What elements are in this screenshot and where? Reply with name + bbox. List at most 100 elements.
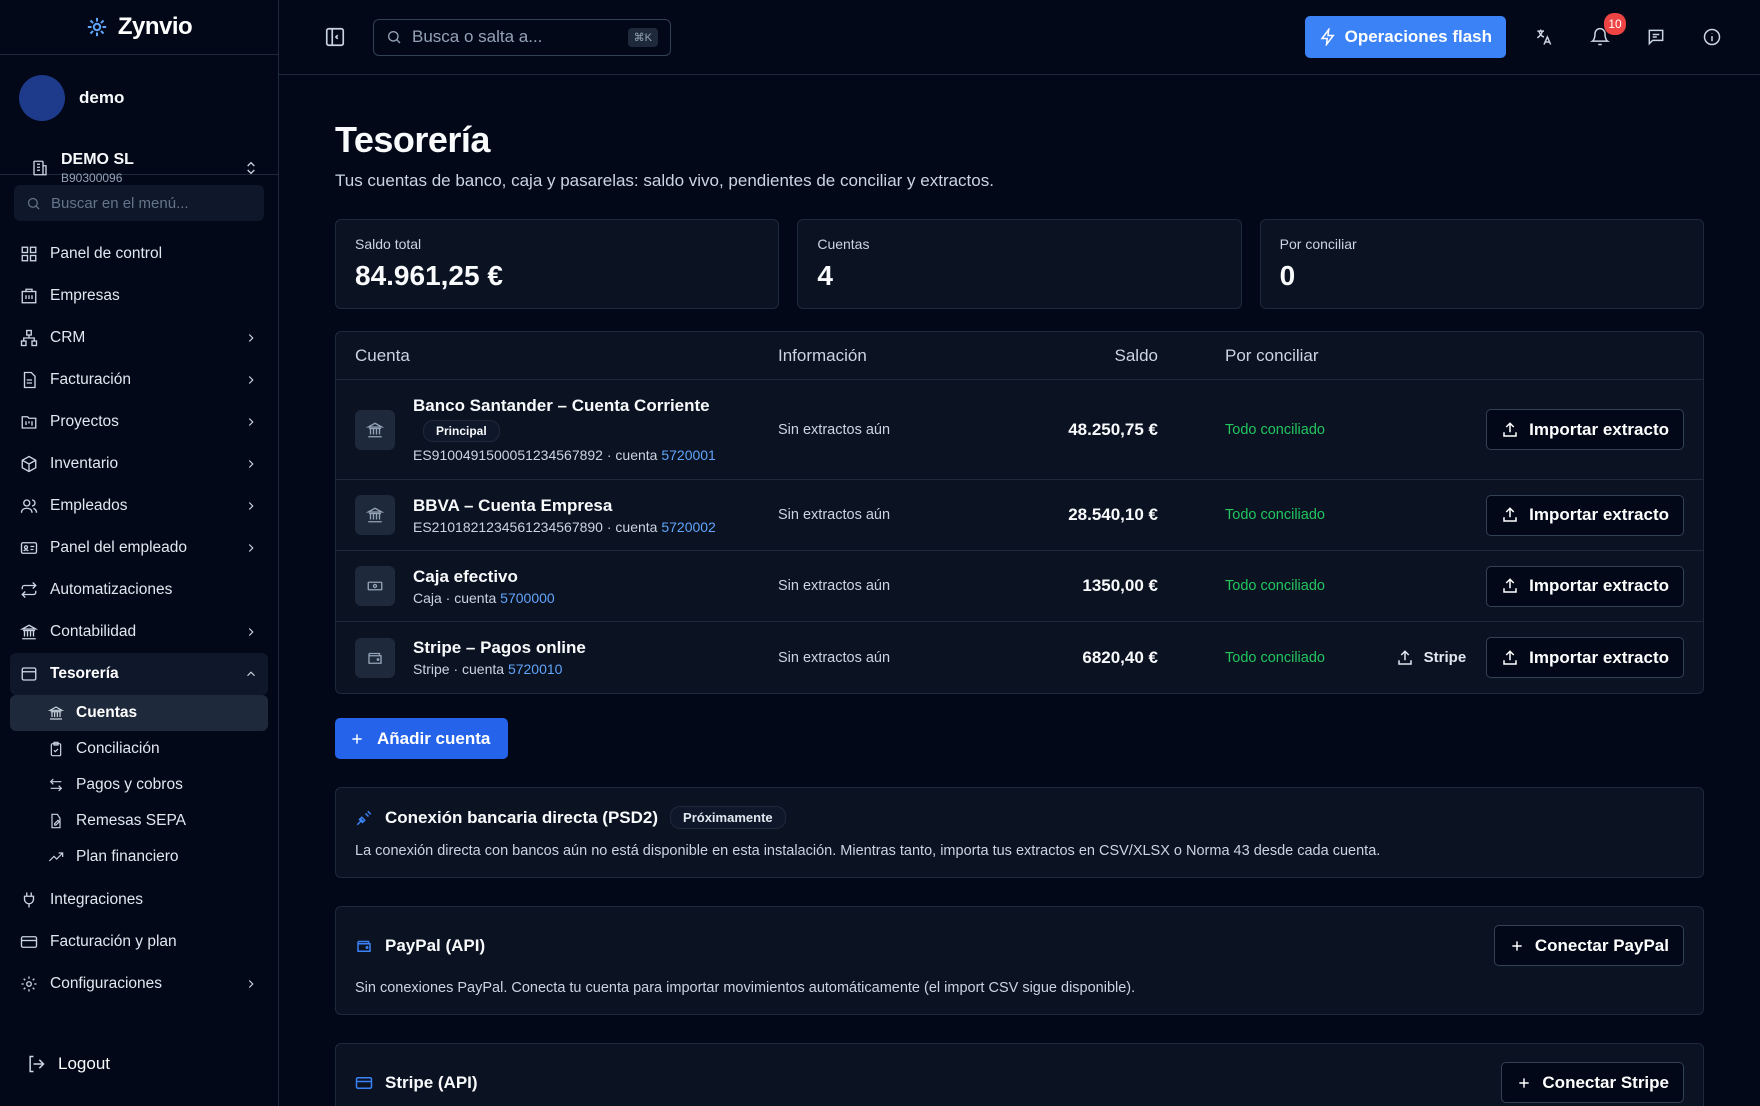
coming-soon-badge: Próximamente — [670, 806, 786, 829]
sidebar-subitem-label: Remesas SEPA — [76, 812, 186, 829]
brand-name: Zynvio — [117, 13, 193, 40]
reconcile-status: Todo conciliado — [1225, 421, 1325, 438]
sidebar-subitem-plan[interactable]: Plan financiero — [10, 839, 268, 875]
add-account-button[interactable]: Añadir cuenta — [335, 718, 508, 759]
sidebar-item-label: Inventario — [50, 455, 119, 472]
sidebar-subitem-remesas[interactable]: Remesas SEPA — [10, 803, 268, 839]
account-info: Sin extractos aún — [778, 507, 891, 523]
sidebar-item-label: Proyectos — [50, 413, 119, 430]
import-statement-button[interactable]: Importar extracto — [1486, 494, 1684, 536]
invoice-icon — [20, 371, 38, 389]
account-meta: ES9100491500051234567892 · cuenta 572000… — [413, 447, 716, 463]
menu-search-input[interactable]: Buscar en el menú... — [14, 185, 264, 221]
sidebar-item-automatizaciones[interactable]: Automatizaciones — [10, 569, 268, 611]
logout-icon — [26, 1054, 46, 1074]
import-statement-label: Importar extracto — [1529, 419, 1669, 439]
sidebar-item-inventario[interactable]: Inventario — [10, 443, 268, 485]
account-name[interactable]: Stripe – Pagos online — [413, 638, 586, 658]
column-header-info: Información — [778, 345, 867, 365]
account-meta: Stripe · cuenta 5720010 — [413, 661, 586, 677]
sidebar-item-facturacion-plan[interactable]: Facturación y plan — [10, 921, 268, 963]
chevron-right-icon — [244, 457, 258, 471]
topbar: Busca o salta a... ⌘K Operaciones flash … — [279, 0, 1760, 75]
info-icon[interactable] — [1694, 19, 1730, 55]
paypal-description: Sin conexiones PayPal. Conecta tu cuenta… — [355, 980, 1136, 996]
page-subtitle: Tus cuentas de banco, caja y pasarelas: … — [335, 171, 994, 190]
sidebar-item-tesoreria[interactable]: Tesorería — [10, 653, 268, 695]
plug-zap-icon — [355, 809, 373, 827]
gear-icon — [20, 975, 38, 993]
global-search-input[interactable]: Busca o salta a... ⌘K — [373, 18, 671, 56]
sidebar-subitem-pagos[interactable]: Pagos y cobros — [10, 767, 268, 803]
account-balance: 1350,00 € — [1082, 576, 1158, 595]
sidebar-item-crm[interactable]: CRM — [10, 317, 268, 359]
stripe-import-button[interactable]: Stripe — [1396, 649, 1467, 667]
search-shortcut: ⌘K — [627, 27, 658, 47]
flash-operations-button[interactable]: Operaciones flash — [1304, 16, 1506, 58]
sidebar-item-label: Tesorería — [50, 665, 119, 682]
connect-stripe-button[interactable]: Conectar Stripe — [1501, 1062, 1684, 1103]
bank-icon — [48, 705, 64, 721]
paypal-panel: PayPal (API) Conectar PayPal Sin conexio… — [335, 906, 1704, 1015]
reconcile-status: Todo conciliado — [1225, 507, 1325, 523]
avatar[interactable] — [19, 75, 65, 121]
account-name[interactable]: Caja efectivo — [413, 567, 555, 587]
folder-kanban-icon — [20, 413, 38, 431]
company-switcher[interactable]: DEMO SL B90300096 — [19, 151, 259, 185]
sidebar-item-integraciones[interactable]: Integraciones — [10, 879, 268, 921]
sidebar-item-label: Integraciones — [50, 891, 144, 908]
upload-icon — [1501, 421, 1519, 439]
connect-paypal-button[interactable]: Conectar PayPal — [1493, 925, 1684, 966]
account-name[interactable]: Banco Santander – Cuenta Corriente — [413, 396, 716, 416]
flash-operations-label: Operaciones flash — [1344, 27, 1492, 46]
file-edit-icon — [48, 813, 64, 829]
messages-icon[interactable] — [1638, 19, 1674, 55]
sidebar-item-contabilidad[interactable]: Contabilidad — [10, 611, 268, 653]
psd2-description: La conexión directa con bancos aún no es… — [355, 843, 1381, 859]
ledger-account-link[interactable]: 5720010 — [508, 661, 563, 677]
chevron-right-icon — [244, 415, 258, 429]
sidebar-item-proyectos[interactable]: Proyectos — [10, 401, 268, 443]
app-root: Zynvio demo DEMO SL B90300096 Buscar en … — [0, 0, 1760, 1106]
upload-icon — [1501, 649, 1519, 667]
import-statement-button[interactable]: Importar extracto — [1486, 409, 1684, 450]
banknote-icon — [355, 566, 395, 606]
brand[interactable]: Zynvio — [0, 0, 278, 55]
sidebar-subitem-conciliacion[interactable]: Conciliación — [10, 731, 268, 767]
sidebar-item-facturacion[interactable]: Facturación — [10, 359, 268, 401]
user-name: demo — [79, 88, 125, 107]
ledger-account-link[interactable]: 5720001 — [661, 447, 716, 463]
ledger-account-link[interactable]: 5700000 — [500, 590, 555, 606]
table-header: Cuenta Información Saldo Por conciliar — [336, 332, 1703, 380]
notifications-bell-icon[interactable]: 10 — [1582, 13, 1626, 55]
accounts-table: Cuenta Información Saldo Por conciliar B… — [335, 331, 1704, 694]
import-statement-button[interactable]: Importar extracto — [1486, 565, 1684, 607]
import-statement-button[interactable]: Importar extracto — [1486, 637, 1684, 678]
sidebar-item-dashboard[interactable]: Panel de control — [10, 233, 268, 275]
stripe-import-label: Stripe — [1423, 649, 1467, 666]
wallet-icon — [355, 937, 373, 955]
account-info: Sin extractos aún — [778, 421, 891, 438]
language-icon[interactable] — [1526, 19, 1562, 55]
sidebar-item-label: Configuraciones — [50, 975, 163, 992]
plus-icon — [1516, 1075, 1532, 1091]
sidebar-item-configuraciones[interactable]: Configuraciones — [10, 963, 268, 1005]
stat-label: Saldo total — [355, 236, 422, 252]
sidebar-subitem-cuentas[interactable]: Cuentas — [10, 695, 268, 731]
reconcile-status: Todo conciliado — [1225, 649, 1325, 666]
plus-icon — [1509, 938, 1525, 954]
sidebar-item-label: Facturación y plan — [50, 933, 177, 950]
sidebar-item-panel-empleado[interactable]: Panel del empleado — [10, 527, 268, 569]
logout-button[interactable]: Logout — [0, 1036, 278, 1092]
sidebar-toggle-icon[interactable] — [317, 19, 353, 55]
account-name[interactable]: BBVA – Cuenta Empresa — [413, 496, 716, 516]
add-account-label: Añadir cuenta — [377, 728, 491, 748]
account-type: Caja · cuenta — [413, 589, 501, 606]
sidebar-item-empresas[interactable]: Empresas — [10, 275, 268, 317]
sidebar-item-empleados[interactable]: Empleados — [10, 485, 268, 527]
ledger-account-link[interactable]: 5720002 — [661, 519, 716, 535]
sidebar-nav: Panel de control Empresas CRM Facturació… — [0, 227, 278, 1036]
sidebar-subitem-label: Cuentas — [76, 704, 138, 721]
column-header-por-conciliar: Por conciliar — [1225, 345, 1319, 365]
chevrons-up-down-icon — [243, 160, 259, 176]
